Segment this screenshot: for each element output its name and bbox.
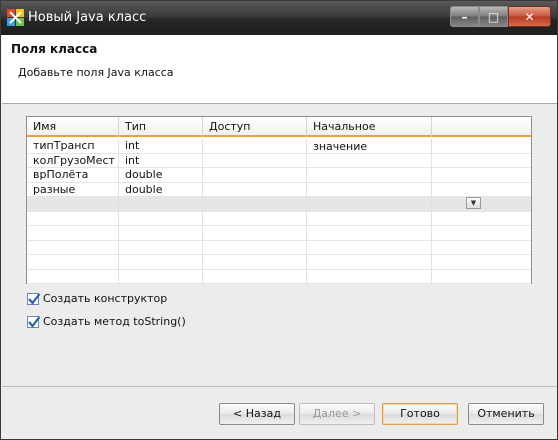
cell-empty (307, 255, 432, 270)
cell-initial-value[interactable] (307, 168, 432, 183)
column-header-initial-value[interactable]: Начальное значение (307, 117, 432, 153)
table-header: Имя Тип Доступ Начальное значение (27, 117, 531, 153)
cell-filler (432, 197, 531, 212)
cell-initial-value[interactable] (307, 139, 432, 154)
table-row-empty (27, 255, 531, 270)
header-banner: Поля класса Добавьте поля Java класса (2, 35, 557, 104)
app-icon (7, 9, 24, 26)
create-tostring-label: Создать метод toString() (43, 315, 186, 328)
cell-empty (27, 226, 119, 241)
fields-table[interactable]: Имя Тип Доступ Начальное значение типТра… (26, 116, 532, 284)
cell-empty (203, 240, 307, 255)
window-controls: – □ ✕ (450, 6, 551, 27)
cell-empty (432, 255, 531, 270)
cell-type[interactable]: double (119, 168, 203, 183)
cell-access[interactable] (203, 139, 307, 154)
cell-filler (432, 168, 531, 183)
cell-empty (432, 226, 531, 241)
column-header-access[interactable]: Доступ (203, 117, 307, 137)
cell-empty (119, 240, 203, 255)
cell-name[interactable]: типТрансп (27, 139, 119, 154)
create-tostring-option[interactable]: Создать метод toString() (27, 315, 186, 328)
minimize-button[interactable]: – (450, 6, 479, 27)
footer-divider (2, 386, 557, 387)
maximize-icon: □ (487, 9, 500, 24)
cell-type[interactable]: int (119, 139, 203, 154)
cell-empty (307, 269, 432, 284)
minimize-icon: – (461, 9, 468, 24)
create-constructor-label: Создать конструктор (43, 292, 168, 305)
table-row-empty (27, 211, 531, 227)
cell-name[interactable]: разные (27, 182, 119, 197)
table-row-empty (27, 269, 531, 285)
page-title: Поля класса (11, 42, 98, 56)
cell-empty (27, 255, 119, 270)
cell-empty (119, 255, 203, 270)
cell-empty (119, 269, 203, 284)
cell-empty (203, 211, 307, 226)
table-body: типТрансп int колГрузоМест int врПолёта … (27, 139, 531, 284)
cell-access[interactable]: ▼ (203, 197, 481, 212)
title-bar[interactable]: Новый Java класс – □ ✕ (1, 1, 557, 35)
create-constructor-option[interactable]: Создать конструктор (27, 292, 167, 305)
maximize-button[interactable]: □ (479, 6, 508, 27)
table-row[interactable]: колГрузоМест int (27, 153, 531, 169)
cell-initial-value[interactable] (307, 182, 432, 197)
cell-empty (27, 240, 119, 255)
cell-empty (203, 255, 307, 270)
next-button[interactable]: Далее > (299, 403, 375, 425)
cell-type[interactable]: int (119, 153, 203, 168)
back-button[interactable]: < Назад (219, 403, 295, 425)
cell-empty (27, 269, 119, 284)
page-subtitle: Добавьте поля Java класса (18, 66, 174, 79)
table-row[interactable]: врПолёта double (27, 168, 531, 183)
cell-filler (432, 154, 531, 169)
table-row[interactable]: разные double (27, 182, 531, 198)
cell-empty (203, 226, 307, 241)
cell-empty (307, 240, 432, 255)
finish-button[interactable]: Готово (382, 403, 458, 425)
cell-type[interactable] (119, 197, 203, 212)
cell-access[interactable] (203, 168, 307, 183)
cell-empty (432, 241, 531, 256)
cell-filler (432, 183, 531, 198)
cell-name[interactable] (27, 197, 119, 212)
checkmark-icon (28, 292, 41, 305)
cell-name[interactable]: колГрузоМест (27, 153, 119, 168)
column-header-name[interactable]: Имя (27, 117, 119, 137)
cell-name[interactable]: врПолёта (27, 168, 119, 183)
cell-type[interactable]: double (119, 182, 203, 197)
dialog-window: Новый Java класс – □ ✕ Поля класса Добав… (0, 0, 558, 440)
cell-access[interactable] (203, 153, 307, 168)
cell-empty (432, 270, 531, 285)
checkmark-icon (28, 315, 41, 328)
table-row[interactable]: типТрансп int (27, 139, 531, 154)
table-row-empty (27, 226, 531, 241)
create-tostring-checkbox[interactable] (27, 315, 41, 328)
cell-empty (27, 211, 119, 226)
column-header-filler (432, 117, 531, 137)
create-constructor-checkbox[interactable] (27, 292, 41, 305)
cell-initial-value[interactable] (307, 197, 432, 212)
close-button[interactable]: ✕ (508, 6, 551, 27)
cell-empty (432, 212, 531, 227)
cell-initial-value[interactable] (307, 153, 432, 168)
cell-empty (119, 226, 203, 241)
table-row-new[interactable]: ▼ (27, 197, 531, 212)
table-row-empty (27, 240, 531, 256)
window-title: Новый Java класс (28, 10, 147, 25)
cell-empty (119, 211, 203, 226)
cell-empty (203, 269, 307, 284)
close-icon: ✕ (524, 9, 535, 24)
cell-empty (307, 226, 432, 241)
column-header-type[interactable]: Тип (119, 117, 203, 137)
cell-filler (432, 139, 531, 154)
cell-access[interactable] (203, 182, 307, 197)
cancel-button[interactable]: Отменить (468, 403, 544, 425)
cell-empty (307, 211, 432, 226)
